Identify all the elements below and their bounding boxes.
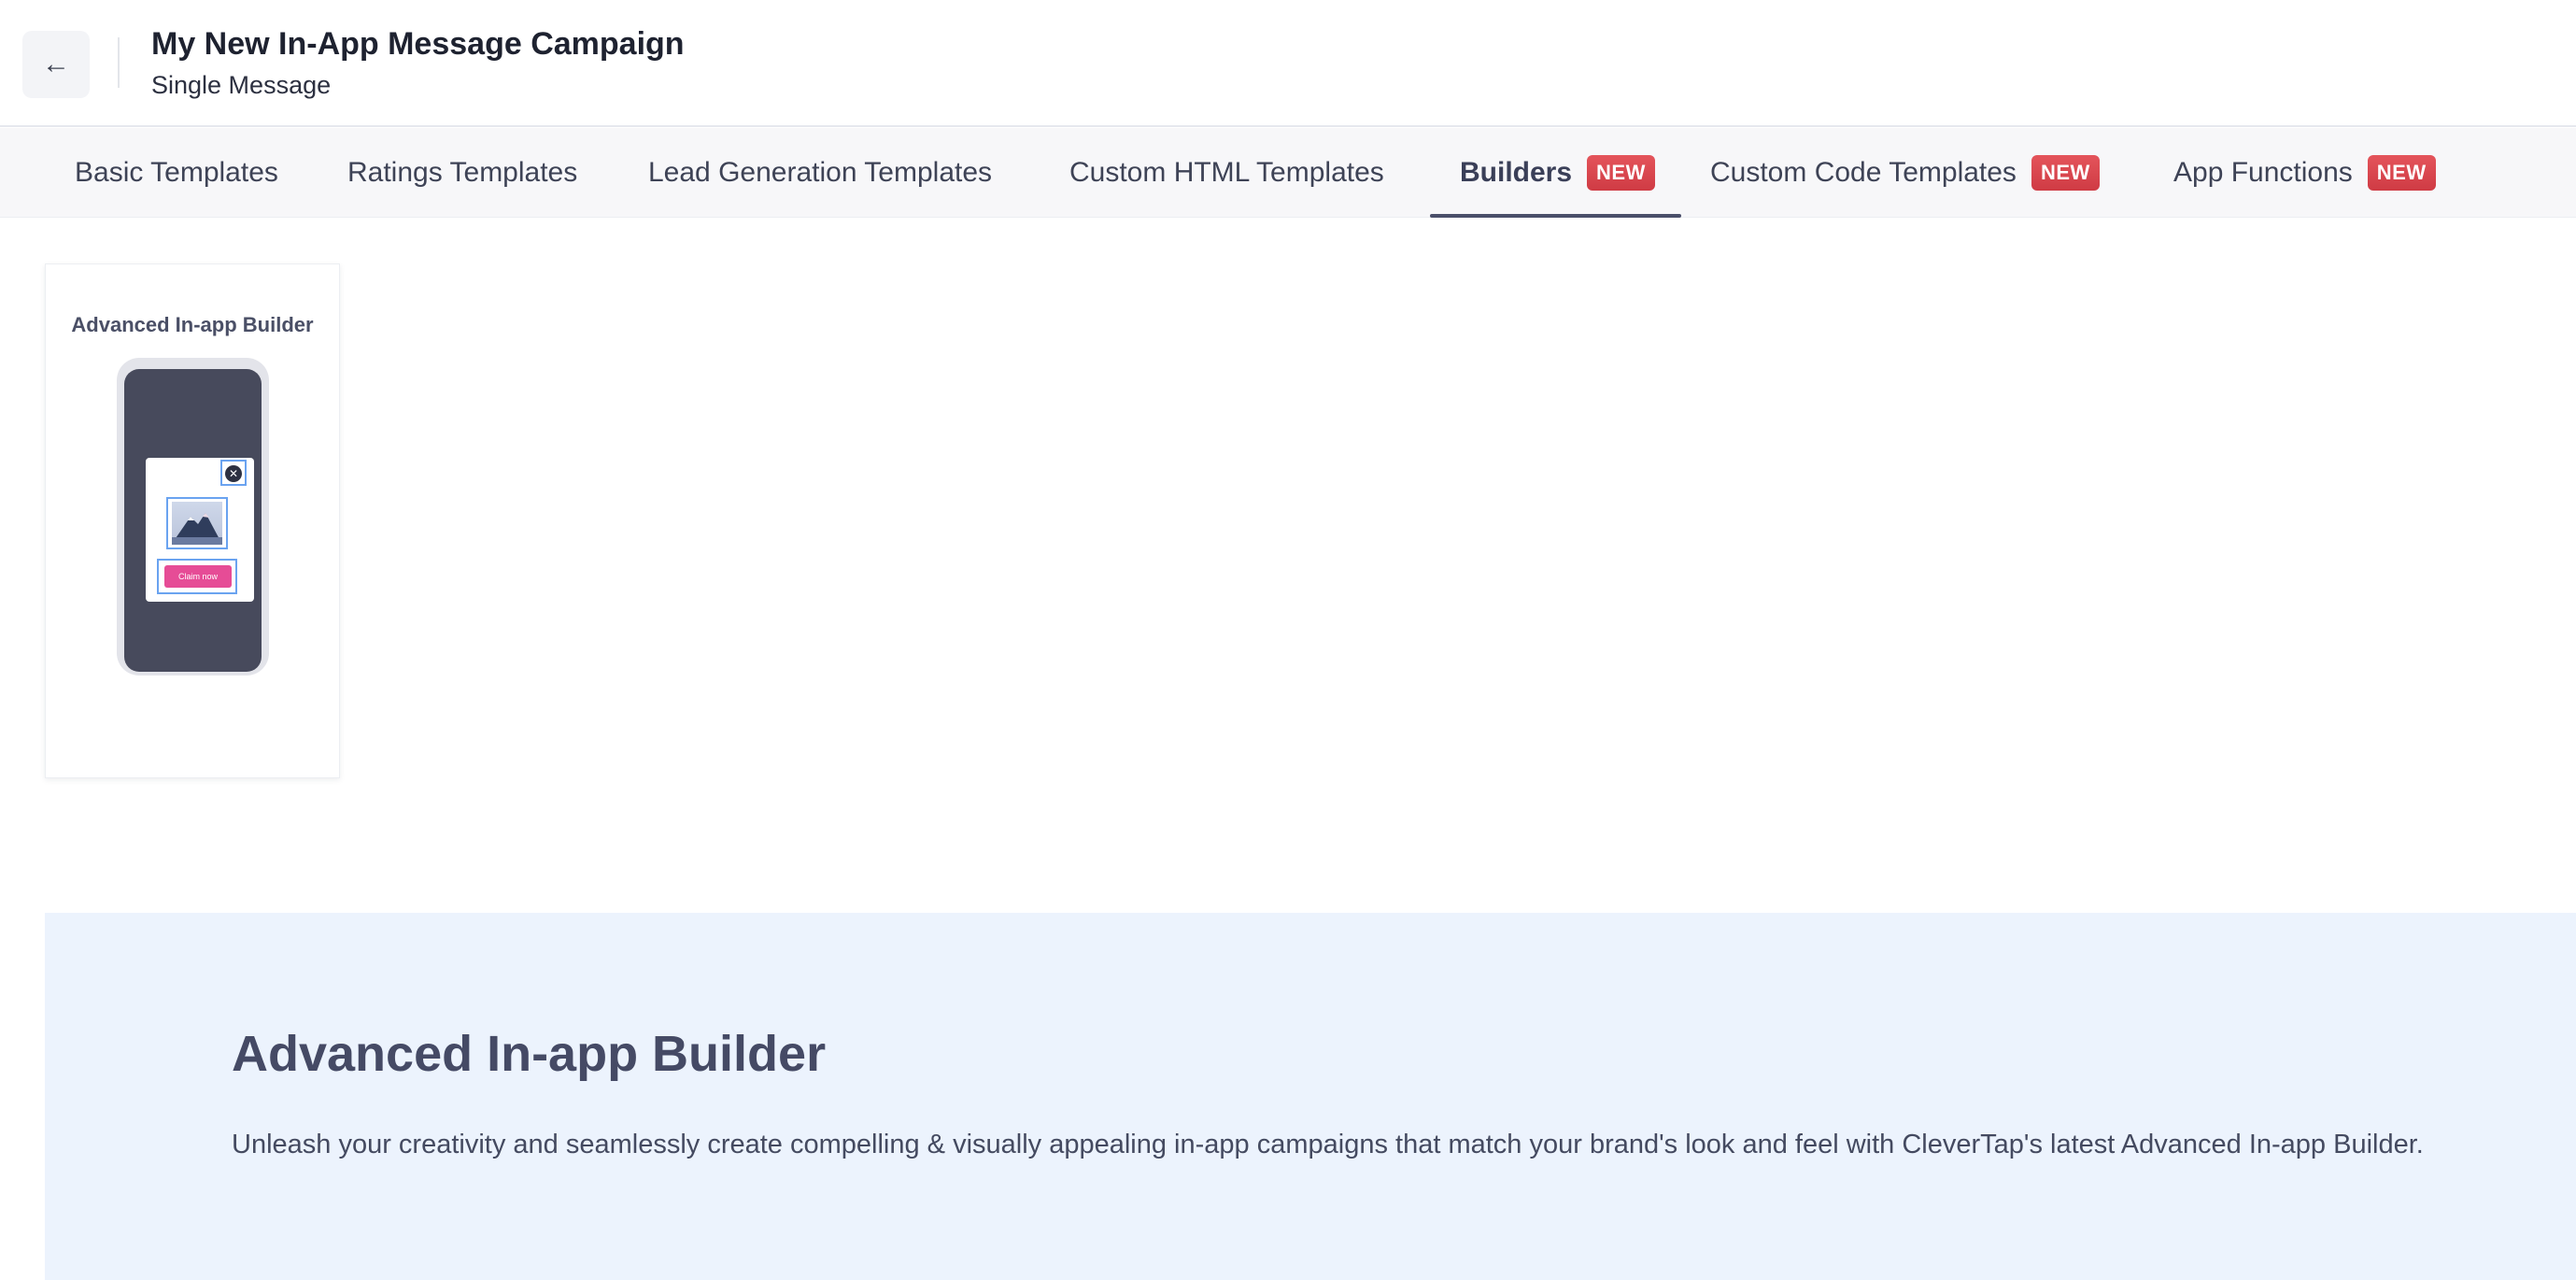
- tab-label: Ratings Templates: [347, 157, 578, 188]
- tab-lead-generation-templates[interactable]: Lead Generation Templates: [648, 128, 992, 218]
- tab-label: Custom HTML Templates: [1069, 157, 1384, 188]
- template-tabs: Basic Templates Ratings Templates Lead G…: [0, 128, 2576, 218]
- template-card-title: Advanced In-app Builder: [71, 313, 314, 336]
- tab-label: Basic Templates: [75, 157, 278, 188]
- tab-label: Custom Code Templates: [1710, 157, 2017, 188]
- mountain-image-icon: [172, 502, 222, 545]
- template-card-advanced-in-app-builder[interactable]: Advanced In-app Builder ✕ Claim now: [45, 263, 340, 778]
- arrow-left-icon: ←: [42, 49, 70, 79]
- tab-custom-html-templates[interactable]: Custom HTML Templates: [1069, 128, 1384, 218]
- info-title: Advanced In-app Builder: [232, 1026, 827, 1082]
- preview-claim-button: Claim now: [164, 565, 232, 588]
- new-badge: NEW: [2031, 155, 2100, 191]
- header-divider: [118, 37, 120, 88]
- tab-label: Builders: [1460, 157, 1573, 188]
- tab-label: Lead Generation Templates: [648, 157, 993, 188]
- tab-app-functions[interactable]: App Functions NEW: [2173, 128, 2436, 218]
- builder-info-panel: Advanced In-app Builder Unleash your cre…: [45, 913, 2576, 1280]
- tab-ratings-templates[interactable]: Ratings Templates: [347, 128, 577, 218]
- phone-screen: ✕ Claim now: [124, 369, 262, 672]
- info-description: Unleash your creativity and seamlessly c…: [232, 1130, 2424, 1159]
- new-badge: NEW: [1587, 155, 1655, 191]
- campaign-header: ← My New In-App Message Campaign Single …: [0, 0, 2576, 127]
- tab-custom-code-templates[interactable]: Custom Code Templates NEW: [1710, 128, 2100, 218]
- phone-preview: ✕ Claim now: [117, 358, 269, 676]
- in-app-modal-preview: ✕ Claim now: [146, 458, 254, 602]
- back-button[interactable]: ←: [22, 31, 90, 98]
- page-subtitle: Single Message: [151, 71, 332, 99]
- tab-builders[interactable]: Builders NEW: [1430, 128, 1681, 218]
- close-icon: ✕: [225, 465, 242, 482]
- tab-label: App Functions: [2173, 157, 2353, 188]
- tab-basic-templates[interactable]: Basic Templates: [75, 128, 278, 218]
- new-badge: NEW: [2367, 155, 2436, 191]
- page-title: My New In-App Message Campaign: [151, 26, 685, 62]
